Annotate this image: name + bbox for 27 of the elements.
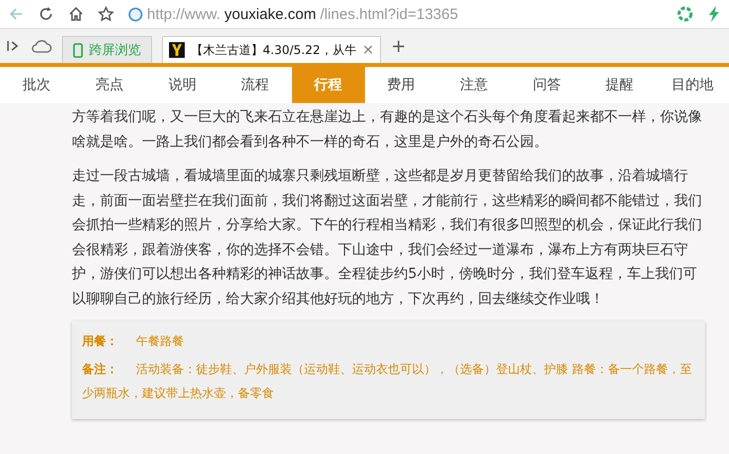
paragraph: 方等着我们呢，又一巨大的飞来石立在悬崖边上，有趣的是这个石头每个角度看起来都不一样，你说像啥就是啥。一路上我们都会看到各种不一样的奇石，这里是户外的奇石公园。	[72, 108, 703, 152]
info-text: 用餐： 午餐路餐	[82, 333, 185, 350]
reload-icon[interactable]	[38, 6, 54, 22]
tab-label: 【木兰古道】4.30/5.22，从牛	[190, 42, 356, 58]
nav-tab[interactable]: 费用	[364, 67, 438, 103]
nav-tab[interactable]: 说明	[146, 67, 219, 103]
nav-tab[interactable]: 亮点	[72, 67, 146, 103]
nav-tab[interactable]: 流程	[218, 67, 292, 103]
phone-icon	[73, 42, 83, 58]
aperture-icon[interactable]	[677, 6, 693, 22]
home-icon[interactable]	[68, 6, 84, 22]
nav-tab[interactable]: 批次	[0, 67, 73, 103]
tab-label: 跨屏浏览	[89, 42, 141, 59]
new-tab-button[interactable]: +	[391, 36, 406, 56]
lightning-icon[interactable]	[707, 6, 721, 22]
browser-tab[interactable]: 【木兰古道】4.30/5.22，从牛 ×	[162, 36, 381, 63]
nav-tab[interactable]: 提醒	[583, 67, 656, 103]
site-logo-icon	[169, 42, 185, 58]
close-tab-button[interactable]: ×	[362, 42, 374, 58]
sidebar-toggle-icon[interactable]	[6, 39, 20, 53]
star-icon[interactable]	[98, 6, 114, 22]
nav-tab[interactable]: 问答	[510, 67, 584, 103]
cloud-icon[interactable]	[30, 38, 52, 54]
info-text: 备注： 活动装备：徒步鞋、户外服装（运动鞋、运动衣也可以），（选备）登山杖、护膝 路餐：备一个路餐，至少两瓶水，建议带上热水壶，备零食	[82, 361, 693, 402]
paragraph: 走过一段古城墙，看城墙里面的城寨只剩残垣断壁，这些都是岁月更替留给我们的故事，沿着城墙行走，前面一面岩壁拦在我们面前，我们将翻过这面岩壁，才能前行，这些精彩的瞬间都不能错过，我们会抓拍一些精彩的照片，分享给大家。下午的行程相当精彩，我们有很多凹照型的机会，保证此行我们会很精彩，跟着游侠客，你的选择不会错。下山途中，我们会经过一道瀑布，瀑布上方有两块巨石守护，游侠们可以想出各种精彩的神话故事。全程徒步约5小时，傍晚时分，我们登车返程，车上我们可以聊聊自己的旅行经历，给大家介绍其他好玩的地方，下次再约，回去继续交作业哦！	[72, 167, 703, 308]
nav-tab[interactable]: 注意	[437, 67, 510, 103]
nav-tab[interactable]: 目的地	[656, 67, 729, 103]
